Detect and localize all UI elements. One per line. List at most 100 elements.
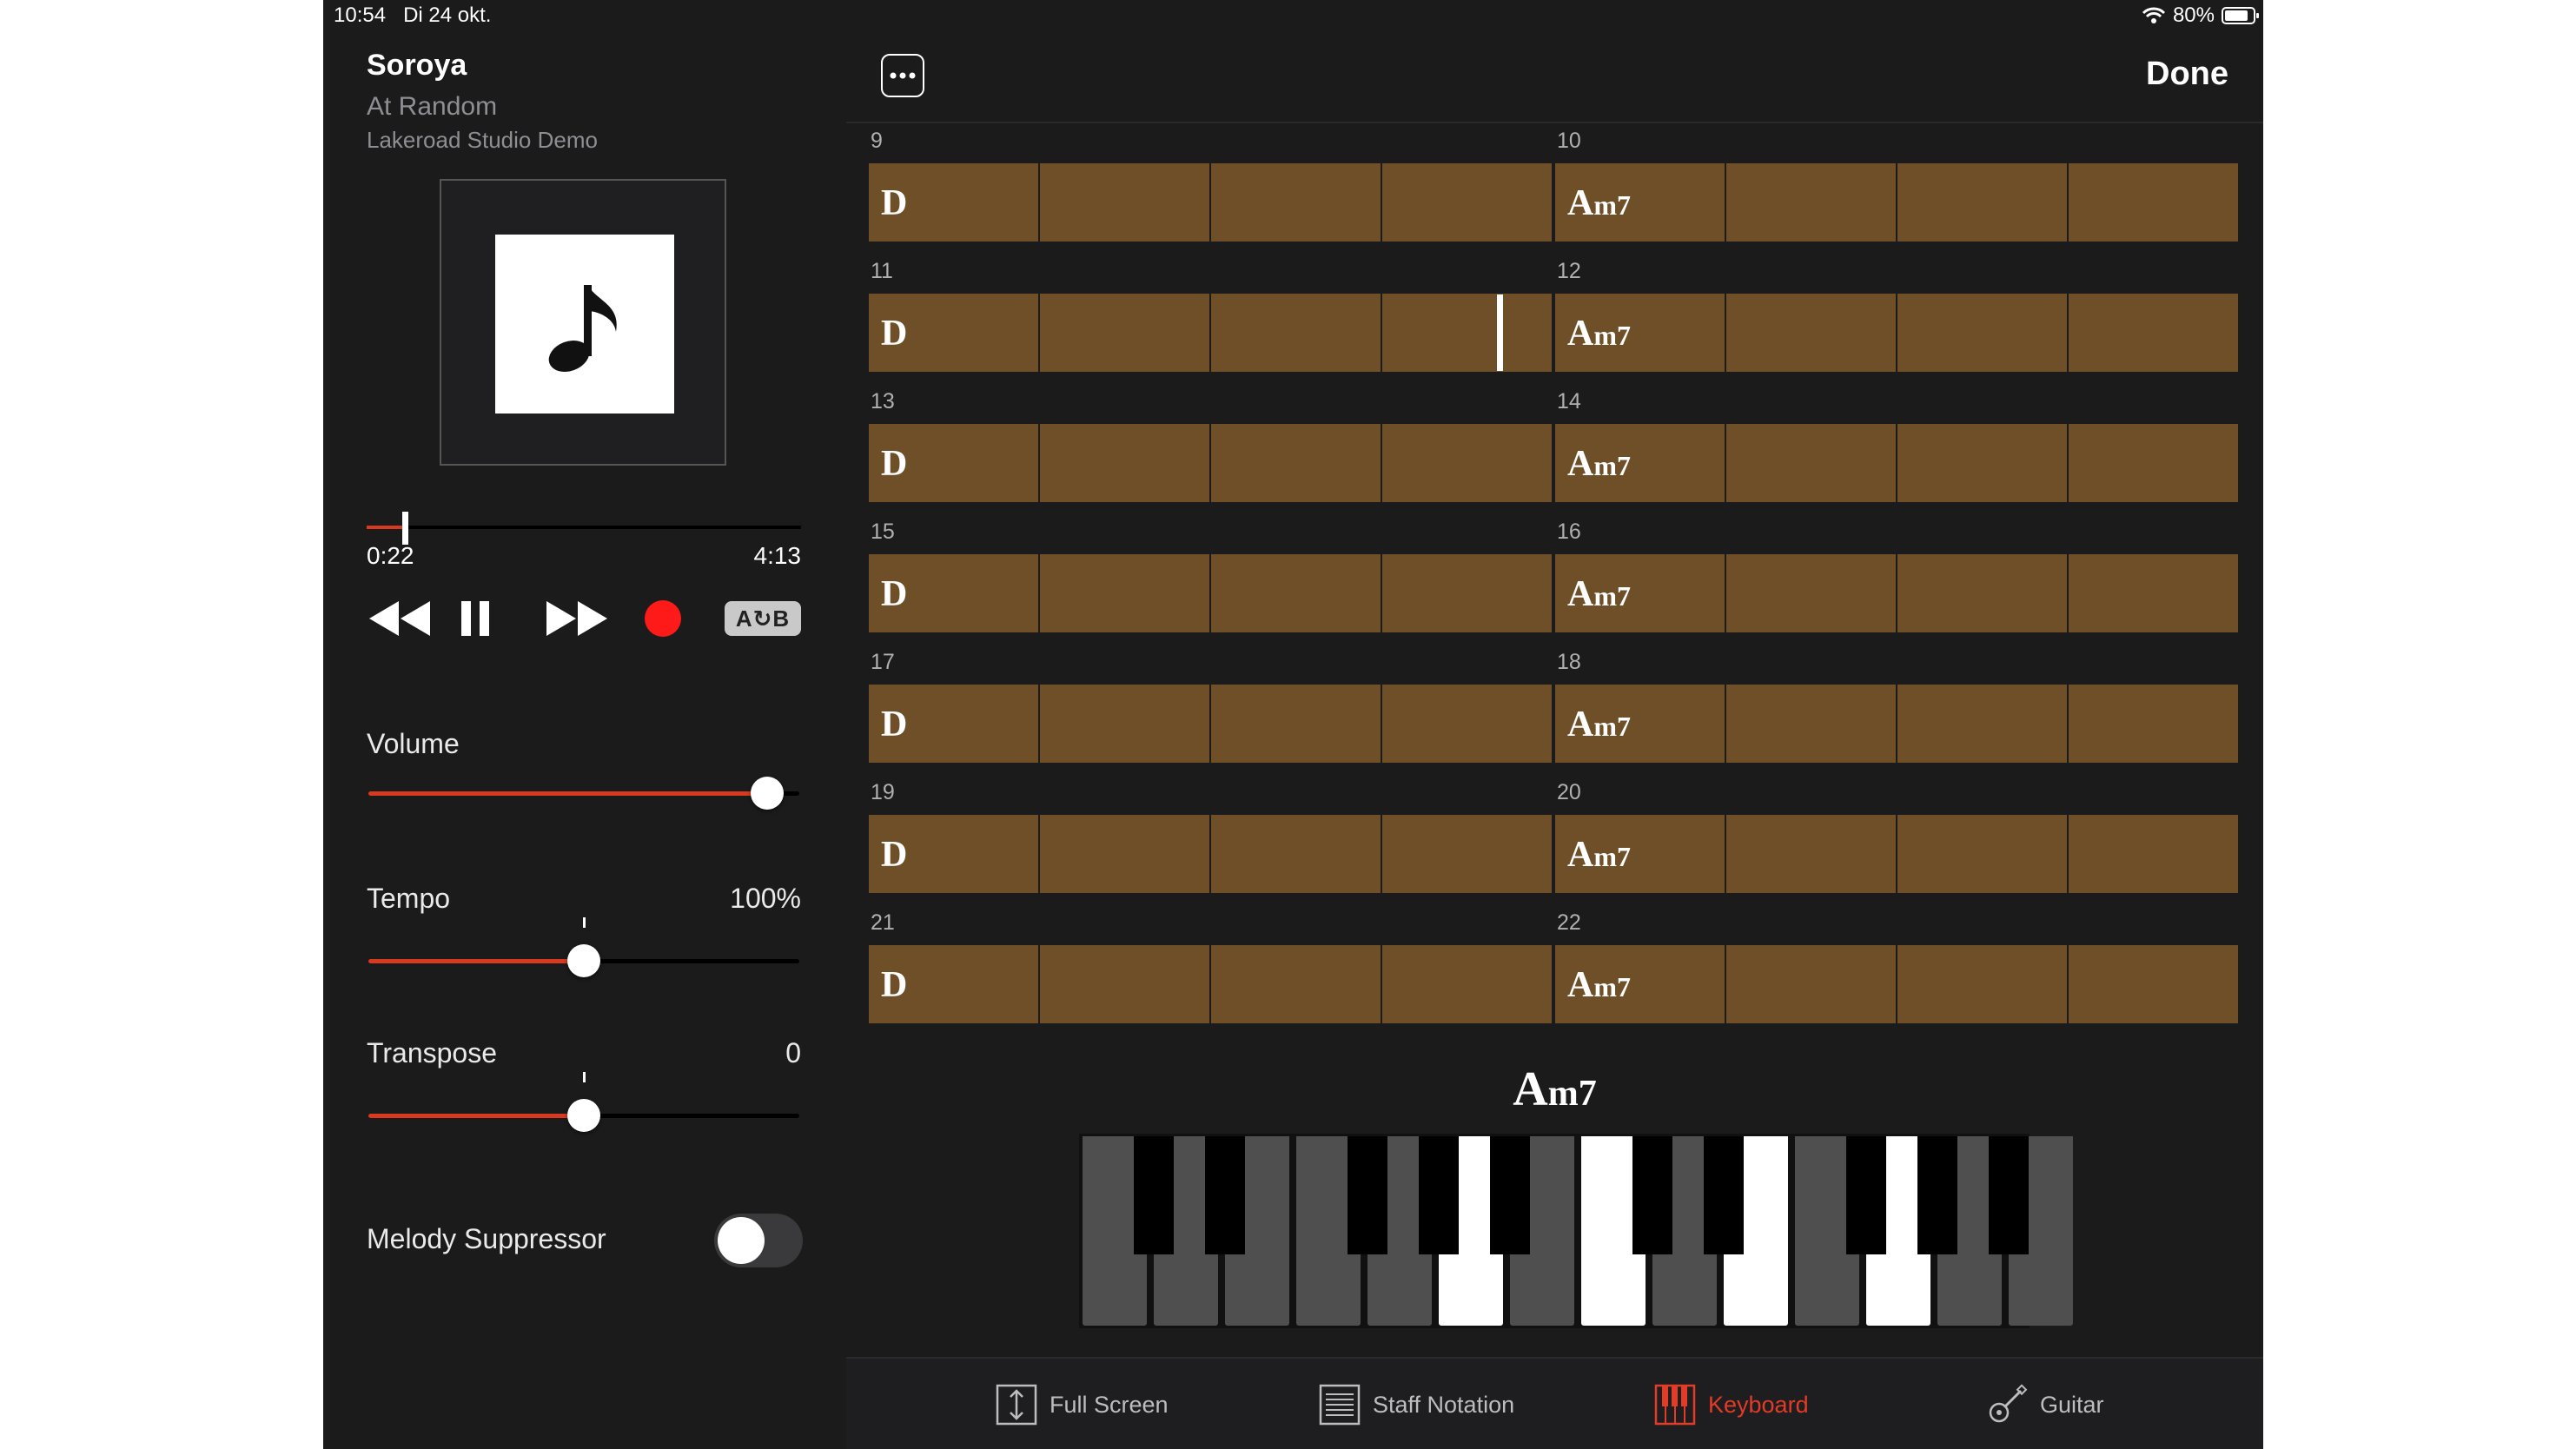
- beat-cell[interactable]: D: [869, 163, 1040, 242]
- beat-cell[interactable]: [1726, 163, 1897, 242]
- song-album: Lakeroad Studio Demo: [367, 127, 598, 153]
- beat-cell[interactable]: [1382, 424, 1552, 502]
- beat-cell[interactable]: D: [869, 945, 1040, 1023]
- beat-cell[interactable]: D: [869, 294, 1040, 372]
- beat-cell[interactable]: [1382, 815, 1552, 893]
- beat-cell[interactable]: [1382, 163, 1552, 242]
- beat-cell[interactable]: [1726, 424, 1897, 502]
- tab-staff-notation[interactable]: Staff Notation: [1319, 1381, 1514, 1428]
- beat-cell[interactable]: [1897, 815, 2069, 893]
- beat-cell[interactable]: [1040, 163, 1211, 242]
- beat-cell[interactable]: [1897, 685, 2069, 763]
- progress-scrubber[interactable]: [401, 512, 408, 545]
- beat-cell[interactable]: [2069, 815, 2238, 893]
- tempo-slider[interactable]: [368, 917, 799, 977]
- beat-cell[interactable]: Am7: [1555, 163, 1726, 242]
- bar-number: 18: [1557, 650, 1581, 674]
- beat-cell[interactable]: [1040, 294, 1211, 372]
- beat-cell[interactable]: Am7: [1555, 554, 1726, 632]
- fast-forward-button[interactable]: [542, 591, 613, 646]
- beat-cell[interactable]: [1211, 294, 1382, 372]
- beat-cell[interactable]: Am7: [1555, 294, 1726, 372]
- chord-bar[interactable]: D: [869, 815, 1552, 893]
- tab-full-screen[interactable]: Full Screen: [996, 1381, 1169, 1428]
- beat-cell[interactable]: [2069, 554, 2238, 632]
- tab-guitar[interactable]: Guitar: [1986, 1381, 2104, 1428]
- beat-cell[interactable]: [1726, 685, 1897, 763]
- beat-cell[interactable]: [1211, 424, 1382, 502]
- beat-cell[interactable]: [1897, 163, 2069, 242]
- chord-bar[interactable]: D: [869, 554, 1552, 632]
- chord-bar[interactable]: Am7: [1555, 685, 2238, 763]
- chord-bar[interactable]: D: [869, 945, 1552, 1023]
- more-options-button[interactable]: [881, 54, 924, 97]
- chord-bar[interactable]: Am7: [1555, 163, 2238, 242]
- beat-cell[interactable]: [2069, 685, 2238, 763]
- beat-cell[interactable]: [1897, 945, 2069, 1023]
- beat-cell[interactable]: [1726, 294, 1897, 372]
- chord-bar[interactable]: Am7: [1555, 945, 2238, 1023]
- beat-cell[interactable]: Am7: [1555, 945, 1726, 1023]
- beat-cell[interactable]: Am7: [1555, 685, 1726, 763]
- beat-cell[interactable]: D: [869, 424, 1040, 502]
- beat-cell[interactable]: [1897, 424, 2069, 502]
- beat-cell[interactable]: [1726, 554, 1897, 632]
- beat-cell[interactable]: [1897, 554, 2069, 632]
- pause-button[interactable]: [454, 591, 497, 646]
- beat-cell[interactable]: [1382, 945, 1552, 1023]
- record-button[interactable]: [639, 591, 686, 646]
- chord-suffix: m7: [1593, 841, 1631, 872]
- beat-cell[interactable]: [1040, 945, 1211, 1023]
- beat-cell[interactable]: [1040, 424, 1211, 502]
- done-button[interactable]: Done: [2146, 56, 2228, 93]
- beat-cell[interactable]: [1040, 815, 1211, 893]
- volume-slider[interactable]: [368, 777, 799, 810]
- beat-cell[interactable]: [2069, 163, 2238, 242]
- battery-percent: 80%: [2172, 3, 2215, 27]
- ab-repeat-label: A↻B: [725, 601, 801, 636]
- beat-cell[interactable]: [1382, 294, 1552, 372]
- playback-progress-bar[interactable]: [367, 512, 801, 545]
- beat-cell[interactable]: D: [869, 554, 1040, 632]
- beat-cell[interactable]: D: [869, 685, 1040, 763]
- beat-cell[interactable]: [1726, 815, 1897, 893]
- volume-knob[interactable]: [750, 777, 784, 810]
- bar-number: 17: [871, 650, 895, 674]
- piano-black-key: [1134, 1136, 1174, 1254]
- bar-number: 20: [1557, 780, 1581, 804]
- chord-bar[interactable]: Am7: [1555, 554, 2238, 632]
- chord-bar[interactable]: Am7: [1555, 294, 2238, 372]
- chord-label: Am7: [1567, 573, 1631, 615]
- beat-cell[interactable]: [2069, 945, 2238, 1023]
- beat-cell[interactable]: [1726, 945, 1897, 1023]
- beat-cell[interactable]: [1382, 685, 1552, 763]
- beat-cell[interactable]: [1897, 294, 2069, 372]
- beat-cell[interactable]: Am7: [1555, 424, 1726, 502]
- beat-cell[interactable]: [1211, 945, 1382, 1023]
- beat-cell[interactable]: Am7: [1555, 815, 1726, 893]
- chord-bar[interactable]: Am7: [1555, 815, 2238, 893]
- beat-cell[interactable]: D: [869, 815, 1040, 893]
- melody-suppressor-toggle[interactable]: [714, 1214, 803, 1267]
- transpose-knob[interactable]: [567, 1099, 600, 1132]
- tab-keyboard[interactable]: Keyboard: [1654, 1381, 1809, 1428]
- rewind-button[interactable]: [363, 591, 434, 646]
- transpose-slider[interactable]: [368, 1072, 799, 1132]
- chord-bar[interactable]: Am7: [1555, 424, 2238, 502]
- beat-cell[interactable]: [2069, 294, 2238, 372]
- beat-cell[interactable]: [2069, 424, 2238, 502]
- beat-cell[interactable]: [1211, 163, 1382, 242]
- beat-cell[interactable]: [1382, 554, 1552, 632]
- beat-cell[interactable]: [1211, 554, 1382, 632]
- beat-cell[interactable]: [1211, 815, 1382, 893]
- tab-label: Keyboard: [1708, 1391, 1809, 1418]
- chord-bar[interactable]: D: [869, 424, 1552, 502]
- ab-repeat-button[interactable]: A↻B: [723, 591, 803, 646]
- chord-bar[interactable]: D: [869, 685, 1552, 763]
- chord-bar[interactable]: D: [869, 163, 1552, 242]
- tempo-knob[interactable]: [567, 944, 600, 977]
- chord-bar[interactable]: D: [869, 294, 1552, 372]
- beat-cell[interactable]: [1211, 685, 1382, 763]
- beat-cell[interactable]: [1040, 685, 1211, 763]
- beat-cell[interactable]: [1040, 554, 1211, 632]
